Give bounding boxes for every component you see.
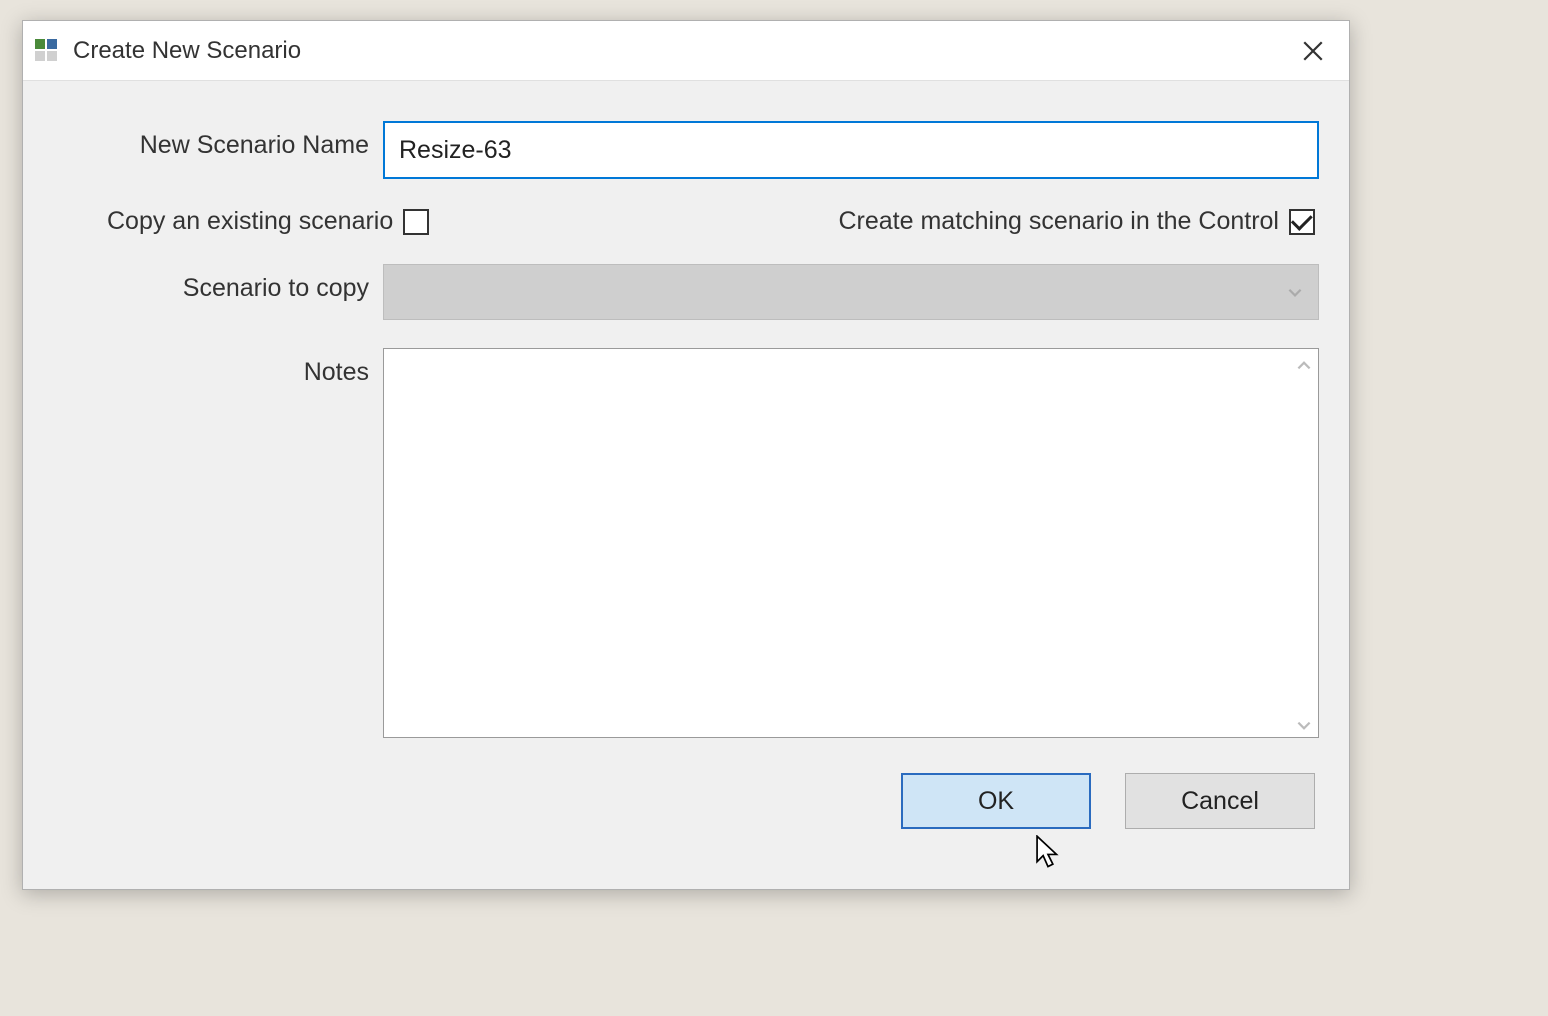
- create-matching-label: Create matching scenario in the Control: [838, 207, 1279, 236]
- cancel-button[interactable]: Cancel: [1125, 773, 1315, 829]
- dialog-title: Create New Scenario: [73, 37, 1289, 65]
- chevron-down-icon: [1286, 283, 1304, 301]
- notes-label: Notes: [53, 348, 383, 387]
- titlebar: Create New Scenario: [23, 21, 1349, 81]
- app-icon: [35, 39, 59, 63]
- copy-existing-checkbox[interactable]: [403, 209, 429, 235]
- copy-existing-label: Copy an existing scenario: [107, 207, 393, 236]
- create-matching-checkbox[interactable]: [1289, 209, 1315, 235]
- ok-button-label: OK: [978, 787, 1014, 816]
- cancel-button-label: Cancel: [1181, 787, 1259, 816]
- scenario-to-copy-label: Scenario to copy: [53, 264, 383, 303]
- scenario-name-input[interactable]: [383, 121, 1319, 179]
- dialog-body: New Scenario Name Copy an existing scena…: [23, 81, 1349, 889]
- name-label: New Scenario Name: [53, 121, 383, 160]
- ok-button[interactable]: OK: [901, 773, 1091, 829]
- scenario-to-copy-dropdown: [383, 264, 1319, 320]
- notes-textarea[interactable]: [383, 348, 1319, 738]
- close-icon[interactable]: [1289, 27, 1337, 75]
- create-scenario-dialog: Create New Scenario New Scenario Name Co…: [22, 20, 1350, 890]
